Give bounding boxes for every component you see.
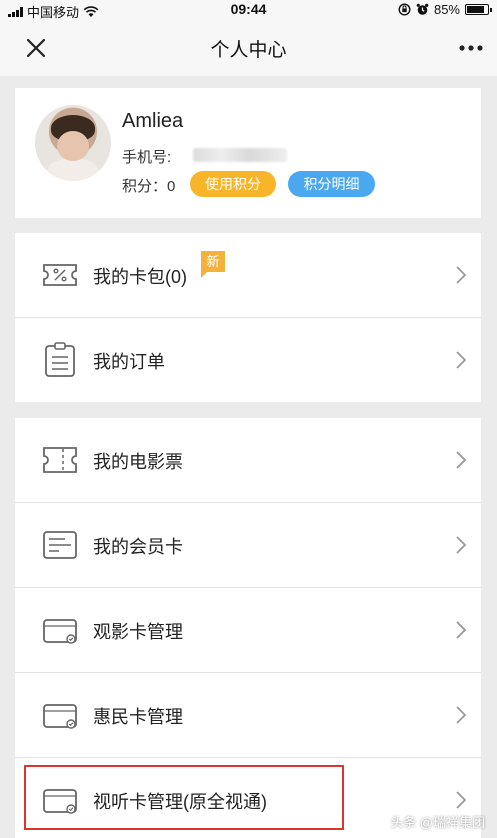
card-icon [43,704,77,729]
battery-icon [465,4,492,15]
avatar[interactable] [35,105,111,181]
menu-item-orders[interactable]: 我的订单 [15,318,481,403]
menu-group-1: 我的卡包(0) 新 我的订单 [15,233,481,402]
navbar: 个人中心 [0,20,497,76]
phone-label: 手机号: [122,149,172,166]
menu-item-label: 我的电影票 [93,452,183,472]
use-points-button[interactable]: 使用积分 [190,171,276,197]
menu-item-label: 我的会员卡 [93,537,183,557]
menu-item-label: 观影卡管理 [93,622,183,642]
card-icon [43,619,77,644]
menu-item-viewing-card[interactable]: 观影卡管理 [15,588,481,673]
menu-item-label: 我的卡包(0) [93,267,187,287]
menu-item-movie-tickets[interactable]: 我的电影票 [15,418,481,503]
order-icon [45,342,75,377]
chevron-right-icon [456,621,467,639]
chevron-right-icon [456,266,467,284]
menu-item-member-card[interactable]: 我的会员卡 [15,503,481,588]
status-bar: 中国移动 09:44 85% [0,0,497,20]
coupon-icon [43,264,77,286]
page-title: 个人中心 [210,40,287,61]
profile-card: Amliea 手机号: 积分：0 使用积分 积分明细 [15,88,481,218]
watermark: 头条 @瑞祥集团 [390,815,485,830]
status-right: 85% [398,2,492,17]
highlight-box [24,765,344,830]
points-detail-button[interactable]: 积分明细 [288,171,375,197]
chevron-right-icon [456,791,467,809]
points-label: 积分：0 [122,178,176,195]
ticket-icon [43,447,77,473]
rotation-lock-icon [398,3,411,16]
chevron-right-icon [456,536,467,554]
new-badge: 新 [201,251,225,278]
chevron-right-icon [456,451,467,469]
menu-item-label: 惠民卡管理 [93,707,183,727]
member-card-icon [43,531,77,559]
menu-item-card-wallet[interactable]: 我的卡包(0) 新 [15,233,481,318]
battery-percent: 85% [433,2,460,17]
username: Amliea [122,110,184,132]
more-icon[interactable] [457,34,485,62]
alarm-icon [416,3,429,15]
menu-item-label: 我的订单 [93,352,165,372]
chevron-right-icon [456,706,467,724]
menu-item-benefit-card[interactable]: 惠民卡管理 [15,673,481,758]
phone-number-redacted [193,148,287,162]
chevron-right-icon [456,351,467,369]
